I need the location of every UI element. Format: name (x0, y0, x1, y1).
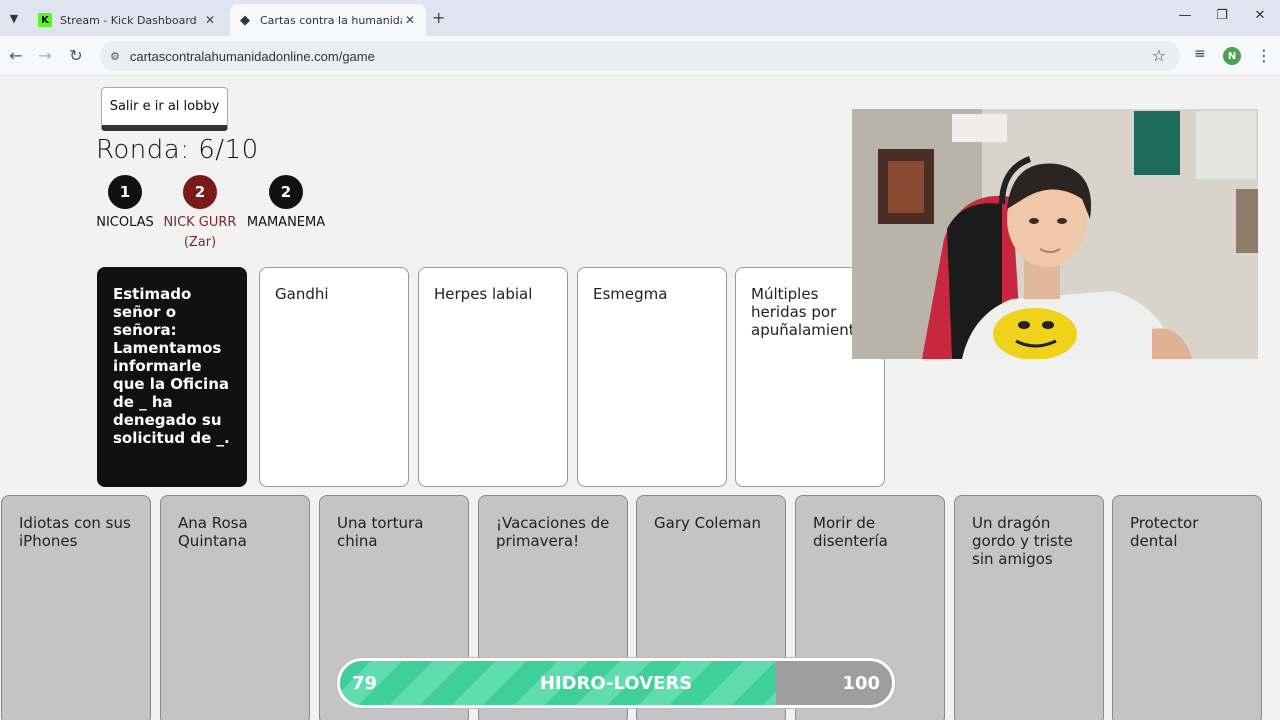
tab-search-chevron-icon[interactable]: ▼ (4, 8, 24, 28)
minimize-icon[interactable]: — (1175, 8, 1195, 23)
played-card[interactable]: Herpes labial (418, 267, 568, 487)
player-nick-gurr: 2 NICK GURR (Zar) (155, 175, 245, 253)
restore-icon[interactable]: ❐ (1212, 8, 1232, 23)
close-icon[interactable]: ✕ (202, 13, 218, 27)
close-window-icon[interactable]: ✕ (1250, 8, 1270, 23)
tab-title: Cartas contra la humanidad onl (260, 13, 402, 27)
goal-title: HIDRO-LOVERS (539, 673, 693, 694)
forward-icon[interactable]: → (35, 46, 55, 65)
menu-icon[interactable]: ⋮ (1256, 46, 1272, 65)
address-bar[interactable]: ⚙ cartascontralahumanidadonline.com/game… (100, 41, 1180, 71)
player-score: 2 (269, 175, 303, 209)
site-info-icon[interactable]: ⚙ (110, 50, 120, 63)
webcam-overlay (852, 109, 1258, 359)
url-text: cartascontralahumanidadonline.com/game (129, 48, 375, 64)
hand-card[interactable]: Un dragón gordo y triste sin amigos (954, 495, 1104, 720)
tab-strip: ▼ K Stream - Kick Dashboard ✕ ◆ Cartas c… (0, 0, 1280, 36)
exit-to-lobby-button[interactable]: Salir e ir al lobby (101, 87, 228, 131)
tab-cartas[interactable]: ◆ Cartas contra la humanidad onl ✕ (230, 4, 426, 36)
player-score: 2 (183, 175, 217, 209)
bookmark-star-icon[interactable]: ☆ (1152, 46, 1166, 65)
goal-progress-bar: 79 HIDRO-LOVERS 100 (337, 658, 895, 708)
close-icon[interactable]: ✕ (402, 13, 418, 27)
player-name: NICK GURR (163, 215, 237, 230)
player-mamanema: 2 MAMANEMA (241, 175, 331, 233)
tab-title: Stream - Kick Dashboard (60, 13, 197, 27)
round-counter: Ronda: 6/10 (96, 135, 259, 165)
webcam-image (852, 109, 1258, 359)
black-card: Estimado señor o señora: Lamentamos info… (97, 267, 247, 487)
played-card[interactable]: Gandhi (259, 267, 409, 487)
card-icon: ◆ (240, 12, 250, 28)
player-score: 1 (108, 175, 142, 209)
goal-max-value: 100 (842, 673, 880, 694)
media-control-icon[interactable]: ≡ (1194, 46, 1206, 62)
back-icon[interactable]: ← (6, 46, 26, 65)
player-name: MAMANEMA (246, 215, 326, 230)
kick-icon: K (38, 13, 52, 27)
game-page: Salir e ir al lobby Ronda: 6/10 1 NICOLA… (0, 77, 1280, 720)
played-card[interactable]: Esmegma (577, 267, 727, 487)
reload-icon[interactable]: ↻ (66, 46, 86, 65)
hand-card[interactable]: Ana Rosa Quintana (160, 495, 310, 720)
browser-toolbar: ← → ↻ ⚙ cartascontralahumanidadonline.co… (0, 36, 1280, 76)
hand-card[interactable]: Protector dental (1112, 495, 1262, 720)
player-role: (Zar) (183, 235, 217, 250)
hand-card[interactable]: Idiotas con sus iPhones (1, 495, 151, 720)
new-tab-icon[interactable]: + (432, 8, 450, 27)
tab-kick-dashboard[interactable]: K Stream - Kick Dashboard ✕ (30, 4, 226, 36)
avatar[interactable]: N (1223, 47, 1241, 65)
